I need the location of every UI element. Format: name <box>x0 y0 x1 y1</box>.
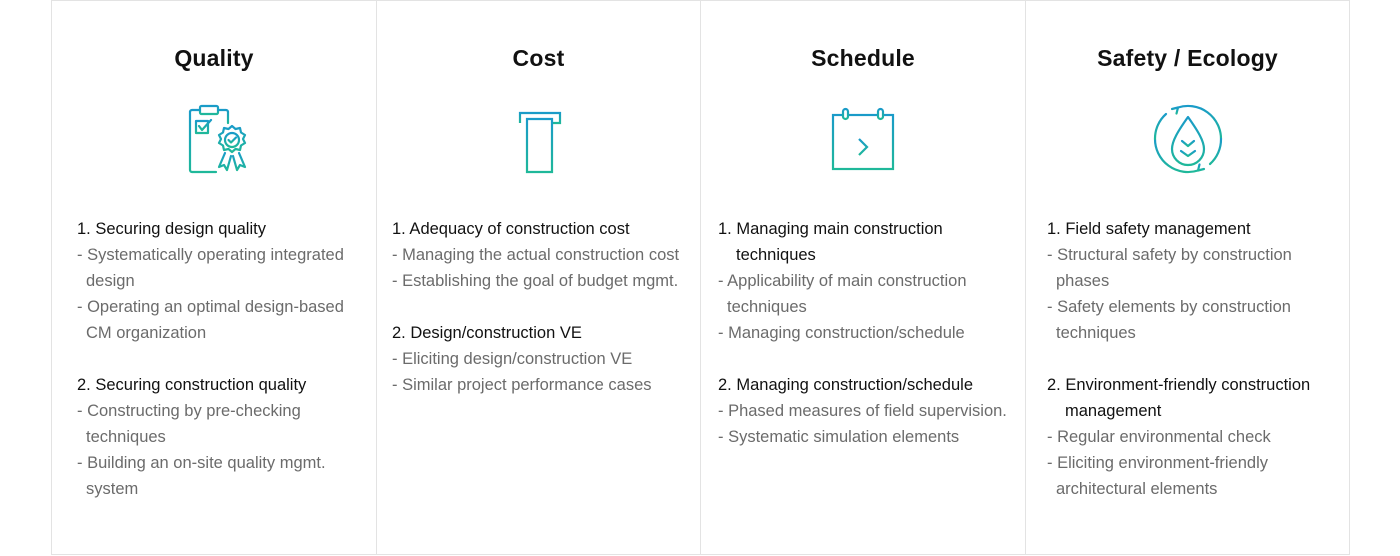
list-item: - Eliciting environment-friendly archite… <box>1047 454 1269 498</box>
column-content: 1. Field safety management - Structural … <box>1047 216 1339 502</box>
list-item: - Applicability of main construction tec… <box>718 272 967 316</box>
list-item: - Similar project performance cases <box>392 376 652 394</box>
column-title: Safety / Ecology <box>1097 45 1278 71</box>
section-heading: 1. Securing design quality <box>77 220 266 238</box>
section: 1. Adequacy of construction cost - Manag… <box>392 216 690 294</box>
section-heading: 2. Securing construction quality <box>77 376 307 394</box>
list-item: - Structural safety by construction phas… <box>1047 246 1292 290</box>
list-item: - Eliciting design/construction VE <box>392 350 633 368</box>
list-item: - Regular environmental check <box>1047 428 1271 446</box>
section: 2. Managing construction/schedule - Phas… <box>718 372 1015 450</box>
column-schedule: Schedule 1. Managing main construction t… <box>700 1 1025 554</box>
column-quality: Quality 1. Securing design quality - Sys… <box>52 1 376 554</box>
section-heading: 1. Managing main construction techniques <box>718 220 943 264</box>
section: 2. Securing construction quality - Const… <box>77 372 366 502</box>
feature-grid: Quality 1. Securing design quality - Sys… <box>51 0 1350 555</box>
list-item: - Systematically operating integrated de… <box>77 246 344 290</box>
section: 1. Field safety management - Structural … <box>1047 216 1339 346</box>
list-item: - Managing construction/schedule <box>718 324 965 342</box>
column-content: 1. Adequacy of construction cost - Manag… <box>392 216 690 398</box>
section: 1. Securing design quality - Systematica… <box>77 216 366 346</box>
clipboard-award-icon <box>176 101 252 177</box>
column-title: Quality <box>174 45 254 71</box>
section-heading: 2. Environment-friendly construction man… <box>1047 376 1311 420</box>
column-safety-ecology: Safety / Ecology 1. Field safety managem… <box>1025 1 1349 554</box>
list-item: - Establishing the goal of budget mgmt. <box>392 272 679 290</box>
column-content: 1. Managing main construction techniques… <box>718 216 1015 450</box>
section-heading: 1. Field safety management <box>1047 220 1251 238</box>
column-title: Schedule <box>811 45 915 71</box>
list-item: - Managing the actual construction cost <box>392 246 680 264</box>
column-cost: Cost 1. Adequacy of construction cost - … <box>376 1 700 554</box>
section: 2. Design/construction VE - Eliciting de… <box>392 320 690 398</box>
calendar-arrow-icon <box>825 101 901 177</box>
column-title: Cost <box>512 45 565 71</box>
list-item: - Safety elements by construction techni… <box>1047 298 1291 342</box>
section-heading: 2. Design/construction VE <box>392 324 582 342</box>
leaf-cycle-icon <box>1150 101 1226 177</box>
receipt-icon <box>501 101 577 177</box>
list-item: - Phased measures of field supervision. <box>718 402 1007 420</box>
section: 2. Environment-friendly construction man… <box>1047 372 1339 502</box>
section: 1. Managing main construction techniques… <box>718 216 1015 346</box>
column-content: 1. Securing design quality - Systematica… <box>77 216 366 502</box>
list-item: - Building an on-site quality mgmt. syst… <box>77 454 326 498</box>
list-item: - Constructing by pre-checking technique… <box>77 402 301 446</box>
section-heading: 1. Adequacy of construction cost <box>392 220 630 238</box>
list-item: - Systematic simulation elements <box>718 428 960 446</box>
list-item: - Operating an optimal design-based CM o… <box>77 298 344 342</box>
section-heading: 2. Managing construction/schedule <box>718 376 973 394</box>
